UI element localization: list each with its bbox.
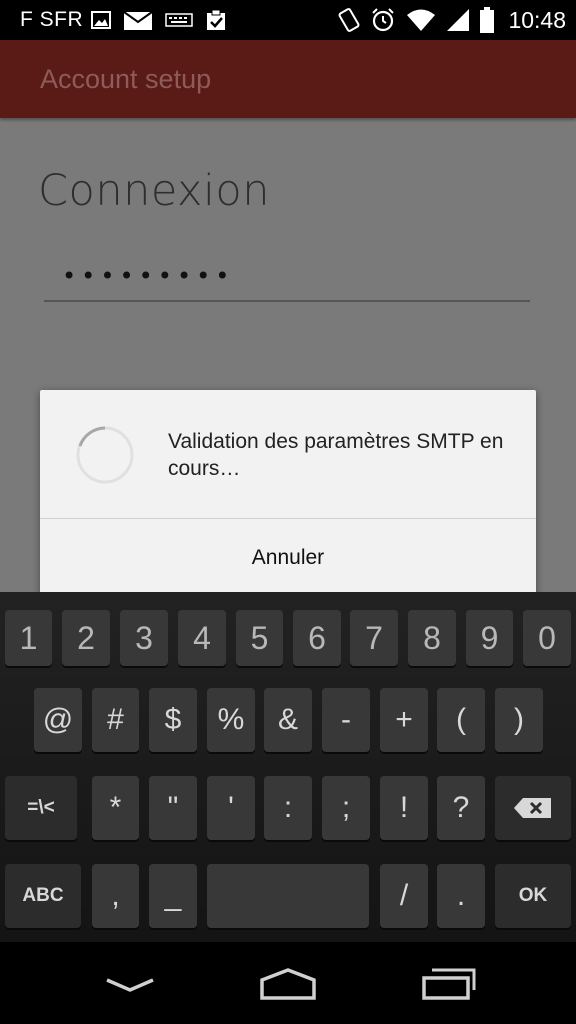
keyboard-icon: [165, 13, 193, 27]
password-value: •••••••••: [62, 262, 235, 290]
home-button[interactable]: [256, 964, 320, 1004]
alarm-icon: [370, 7, 396, 33]
cancel-button[interactable]: Annuler: [40, 519, 536, 596]
key-2[interactable]: 2: [62, 610, 110, 666]
key-1[interactable]: 1: [5, 610, 52, 666]
progress-dialog: Validation des paramètres SMTP en cours……: [40, 390, 536, 596]
recents-button[interactable]: [418, 964, 480, 1004]
page-heading: Connexion: [38, 166, 270, 216]
mail-icon: [123, 9, 153, 31]
key-exclamation[interactable]: !: [380, 776, 428, 840]
key-at[interactable]: @: [34, 688, 82, 752]
status-bar: F SFR 10:48: [0, 0, 576, 40]
key-7[interactable]: 7: [350, 610, 398, 666]
key-single-quote[interactable]: ': [207, 776, 255, 840]
status-icons: 10:48: [338, 7, 566, 34]
key-ampersand[interactable]: &: [264, 688, 312, 752]
key-abc[interactable]: ABC: [5, 864, 81, 928]
key-double-quote[interactable]: ": [149, 776, 197, 840]
password-field[interactable]: •••••••••: [44, 250, 530, 302]
key-5[interactable]: 5: [236, 610, 283, 666]
rotate-icon: [338, 7, 360, 33]
spinner-icon: [76, 426, 134, 484]
clock: 10:48: [508, 6, 566, 33]
recents-icon: [422, 968, 476, 1000]
key-comma[interactable]: ,: [92, 864, 139, 928]
key-ok[interactable]: OK: [495, 864, 571, 928]
key-minus[interactable]: -: [322, 688, 370, 752]
carrier-name: F SFR: [20, 8, 84, 31]
key-paren-close[interactable]: ): [495, 688, 543, 752]
key-colon[interactable]: :: [264, 776, 312, 840]
symbol-keyboard: 1 2 3 4 5 6 7 8 9 0 @ # $ % & - + ( ) =\…: [0, 592, 576, 942]
key-underscore[interactable]: _: [149, 864, 197, 928]
key-paren-open[interactable]: (: [437, 688, 485, 752]
key-more-symbols[interactable]: =\<: [5, 776, 77, 840]
wifi-icon: [406, 8, 436, 32]
battery-icon: [480, 7, 495, 33]
key-question[interactable]: ?: [437, 776, 485, 840]
key-semicolon[interactable]: ;: [322, 776, 370, 840]
key-period[interactable]: .: [437, 864, 485, 928]
back-button[interactable]: [100, 964, 160, 1004]
navigation-bar: [0, 942, 576, 1024]
key-0[interactable]: 0: [523, 610, 571, 666]
key-9[interactable]: 9: [466, 610, 513, 666]
key-plus[interactable]: +: [380, 688, 428, 752]
key-backspace[interactable]: [495, 776, 571, 840]
backspace-icon: [514, 798, 551, 818]
dialog-message: Validation des paramètres SMTP en cours…: [168, 430, 504, 480]
home-icon: [260, 968, 316, 1000]
key-space[interactable]: [207, 864, 369, 928]
action-bar: Account setup: [0, 40, 576, 118]
key-percent[interactable]: %: [207, 688, 255, 752]
key-hash[interactable]: #: [92, 688, 139, 752]
action-bar-title: Account setup: [40, 64, 212, 94]
clipboard-check-icon: [205, 9, 227, 31]
key-asterisk[interactable]: *: [92, 776, 139, 840]
key-4[interactable]: 4: [178, 610, 226, 666]
key-3[interactable]: 3: [120, 610, 168, 666]
image-icon: [91, 11, 112, 29]
back-icon: [106, 978, 154, 992]
key-slash[interactable]: /: [380, 864, 428, 928]
key-8[interactable]: 8: [408, 610, 456, 666]
key-6[interactable]: 6: [293, 610, 341, 666]
key-dollar[interactable]: $: [149, 688, 197, 752]
signal-icon: [446, 8, 470, 32]
